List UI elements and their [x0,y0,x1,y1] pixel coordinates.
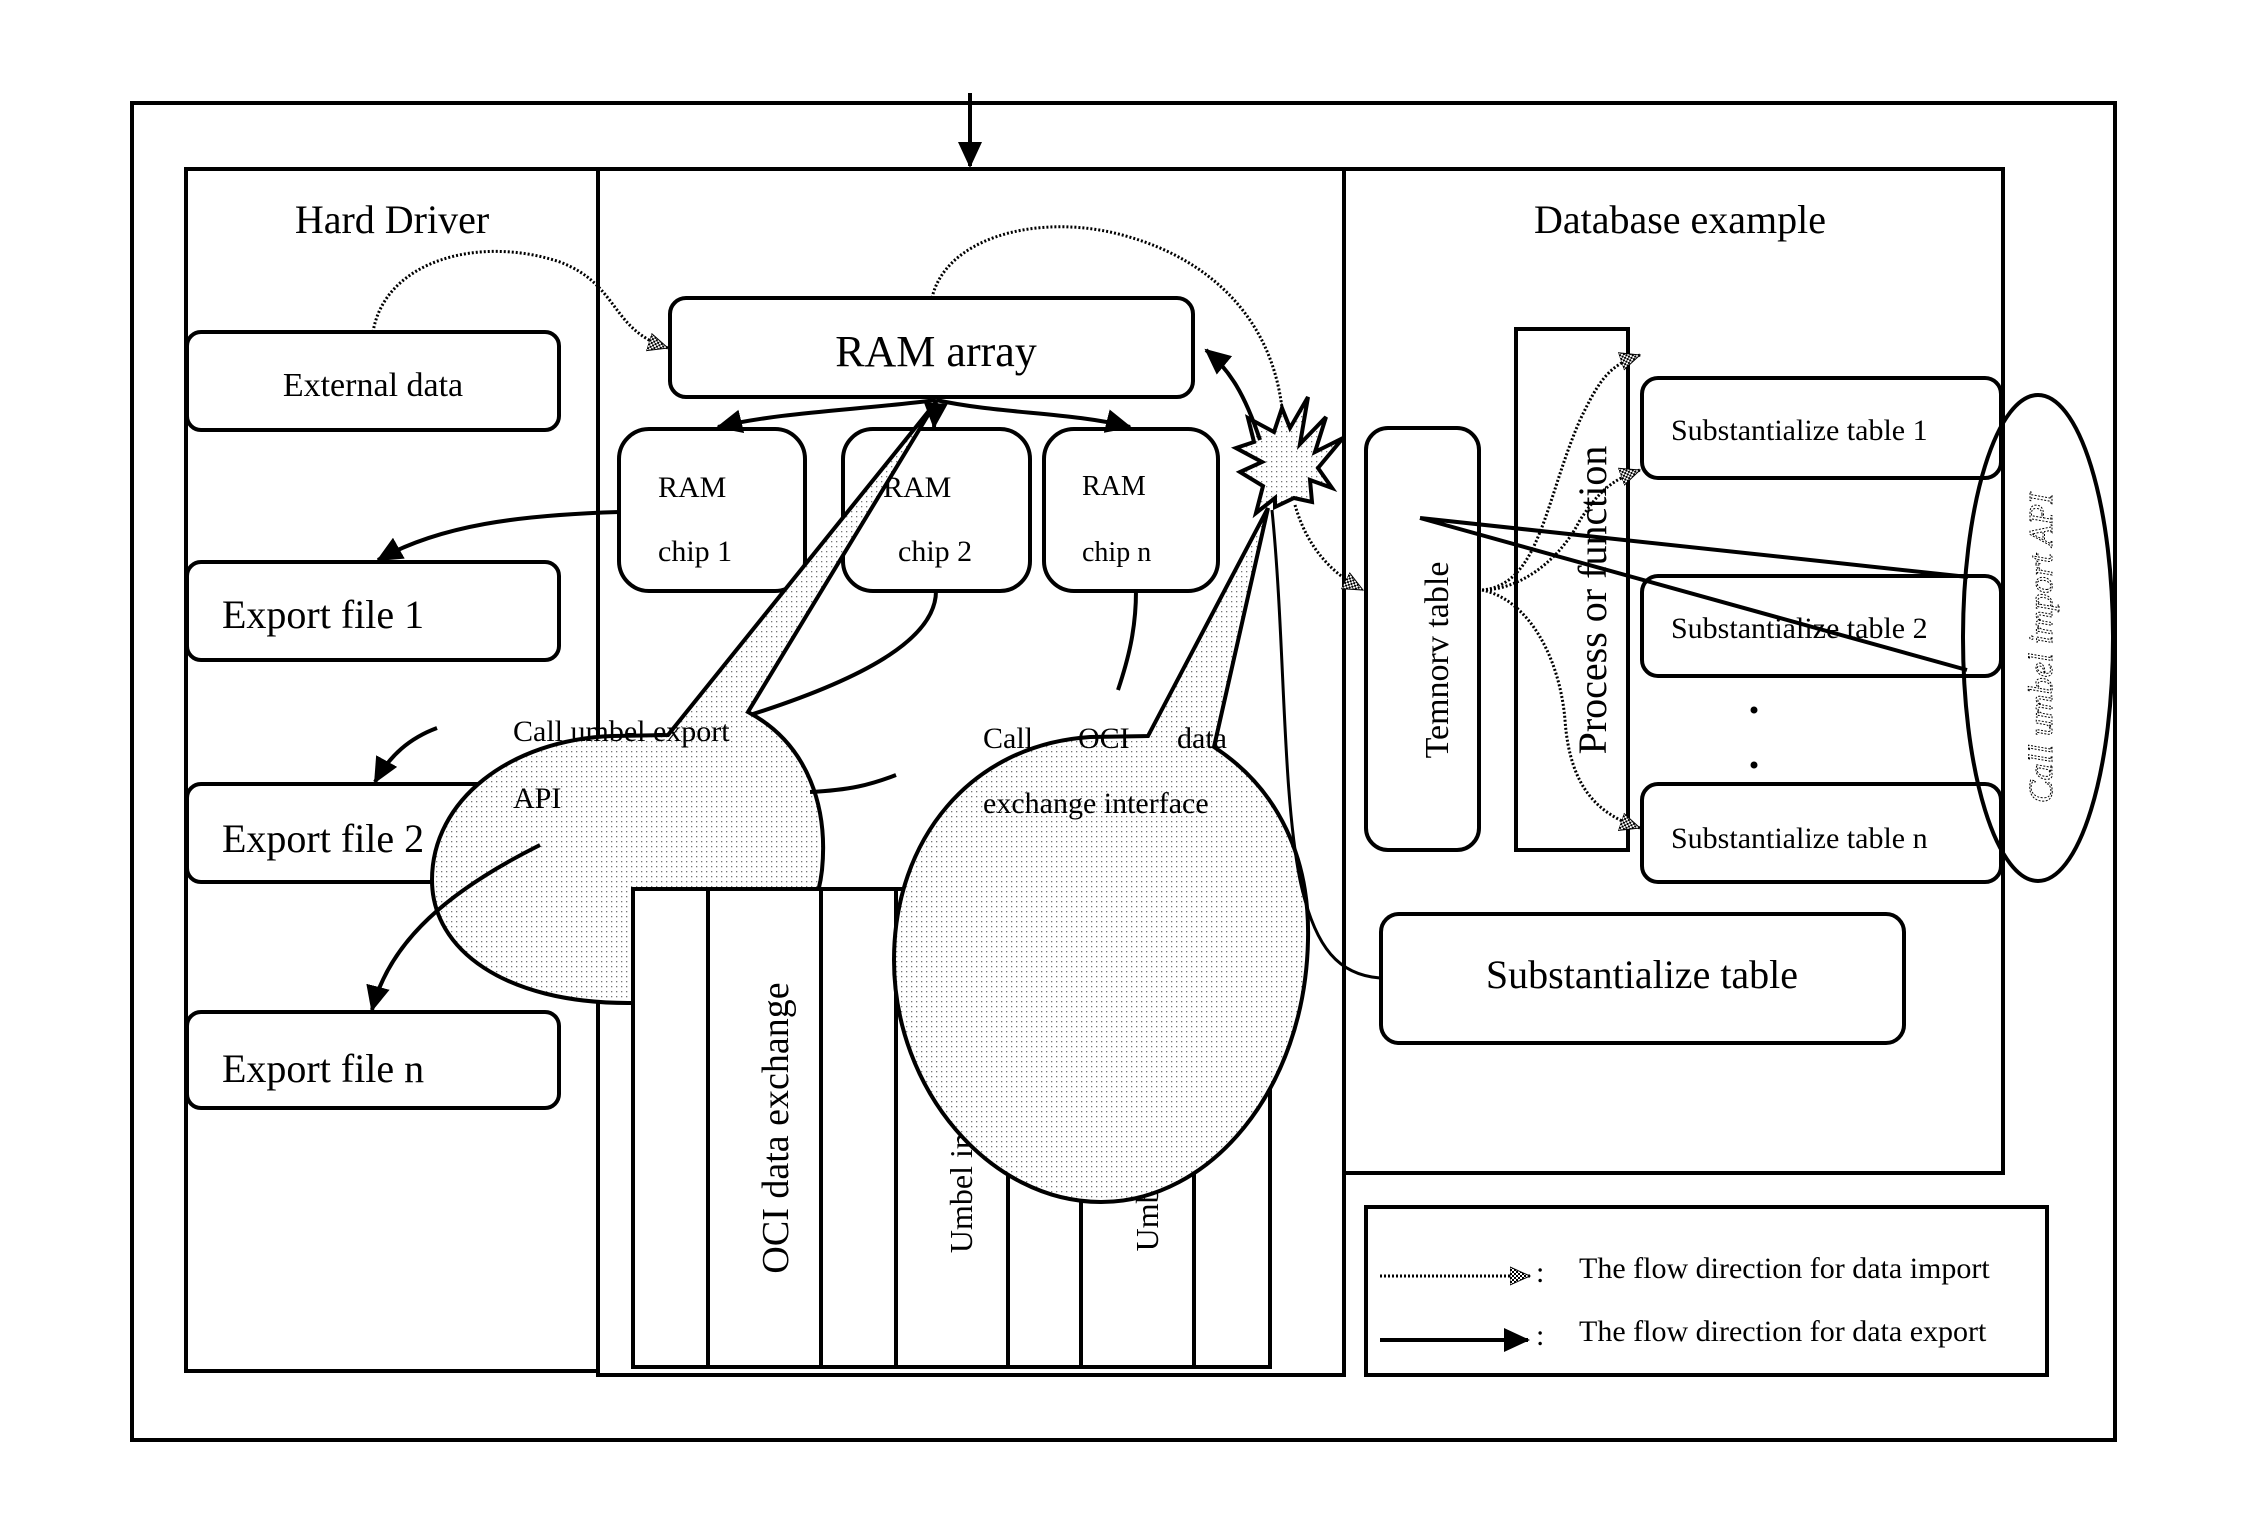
oci-data-exchange-label: OCI data exchange [755,982,797,1273]
substantialize-table-label: Substantialize table [1486,952,1798,997]
ram-chip-2-line2: chip 2 [898,535,972,568]
substantialize-table-1[interactable]: Substantialize table 1 [1640,376,2003,480]
substantialize-table-1-label: Substantialize table 1 [1671,414,1928,447]
ram-chip-n[interactable]: RAM chip n [1042,427,1220,593]
temporary-table-label: Temnorv table [1419,562,1456,759]
process-box[interactable]: Process or function [1514,327,1630,852]
callout-oci-line2: exchange interface [983,787,1209,820]
legend-export-sep: : [1536,1319,1544,1352]
substantialize-table-n[interactable]: Substantialize table n [1640,782,2003,884]
callout-oci: Call OCI data exchange interface [891,507,1311,1205]
ram-array-box[interactable]: RAM array [668,296,1195,399]
substantialize-table-2[interactable]: Substantialize table 2 [1640,574,2003,678]
callout-export-line2: API [513,782,561,815]
substantialize-table-n-label: Substantialize table n [1671,822,1928,855]
call-umbel-import-label: Call umbel import API [2023,491,2060,803]
ram-chip-n-line2: chip n [1082,537,1151,568]
ram-chip-1[interactable]: RAM chip 1 [617,427,807,593]
substantialize-table-2-label: Substantialize table 2 [1671,612,1928,645]
legend-import-label: The flow direction for data import [1579,1252,1990,1285]
temporary-table-box[interactable]: Temnorv table [1364,426,1481,852]
callout-export-line1: Call umbel export [513,715,730,748]
architecture-diagram: Hard Driver External data Export file 1 … [130,93,2117,1442]
ram-chip-n-line1: RAM [1082,471,1146,502]
link-between-callouts [809,773,897,794]
import-arrow-starburst-to-temp-table [1293,504,1363,590]
link-chipn-to-oci-callout [1116,590,1138,691]
export-arrow-ram-to-chip1 [716,398,937,434]
legend: : The flow direction for data import : T… [1364,1205,2049,1377]
export-file-1-label: Export file 1 [222,592,424,637]
process-label: Process or function [1570,446,1615,755]
legend-export-label: The flow direction for data export [1579,1315,1987,1348]
export-file-n[interactable]: Export file n [185,1010,561,1110]
callout-oci-call: Call [983,722,1033,755]
ram-array-label: RAM array [835,327,1037,376]
external-data-label: External data [283,367,463,404]
callout-oci-data: data [1177,722,1227,755]
callout-oci-oci: OCI [1078,722,1130,755]
ram-chip-1-line2: chip 1 [658,535,732,568]
substantialize-table-box[interactable]: Substantialize table [1379,912,1906,1045]
database-title: Database example [1534,197,1826,242]
external-data-box[interactable]: External data [185,330,561,432]
export-file-1[interactable]: Export file 1 [185,560,561,662]
export-file-n-label: Export file n [222,1046,424,1091]
export-arrow-callout-to-file2 [373,726,438,784]
ram-chip-1-line1: RAM [658,471,726,504]
export-arrow-chip1-to-file1 [376,510,620,562]
export-arrow-ram-to-chipn [935,398,1132,433]
hard-driver-title: Hard Driver [295,197,489,242]
export-file-2-label: Export file 2 [222,816,424,861]
legend-import-sep: : [1536,1256,1544,1289]
